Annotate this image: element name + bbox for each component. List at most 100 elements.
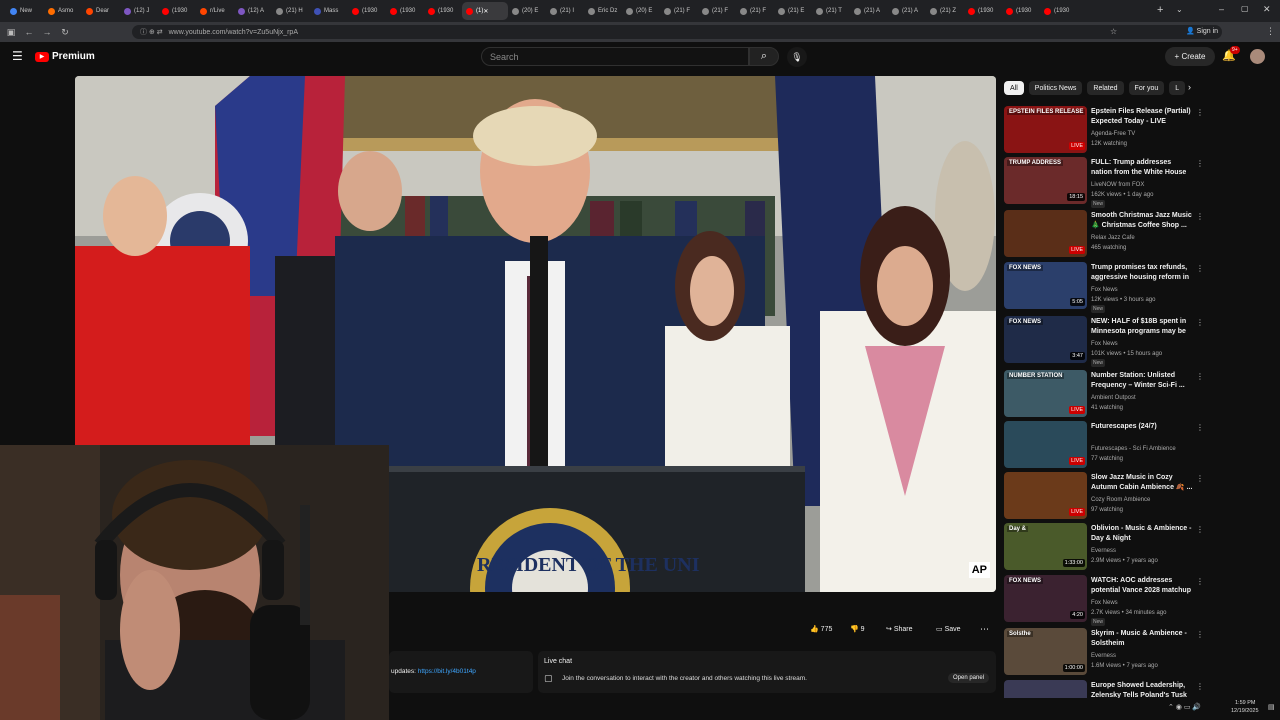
channel-name[interactable]: Everness: [1091, 651, 1193, 661]
new-tab-button[interactable]: +: [1157, 4, 1163, 16]
browser-tab[interactable]: (1930: [1040, 2, 1078, 20]
browser-tab[interactable]: (12) A: [234, 2, 272, 20]
bookmark-star-icon[interactable]: ☆: [1110, 27, 1117, 36]
back-icon[interactable]: ←: [22, 25, 36, 39]
youtube-logo[interactable]: ▶ Premium: [35, 51, 95, 62]
video-title[interactable]: Smooth Christmas Jazz Music 🎄 Christmas …: [1091, 211, 1193, 231]
search-input[interactable]: Search: [481, 47, 749, 66]
browser-tab[interactable]: Asmo: [44, 2, 82, 20]
browser-tab[interactable]: (20) E: [508, 2, 546, 20]
recommended-video[interactable]: Solsthe 1:00:00 Skyrim - Music & Ambience …: [1004, 628, 1204, 676]
video-menu-icon[interactable]: ⋮: [1196, 212, 1204, 221]
filter-chip[interactable]: Politics News: [1028, 81, 1083, 95]
forward-icon[interactable]: →: [40, 25, 54, 39]
browser-tab[interactable]: r/Live: [196, 2, 234, 20]
browser-tab[interactable]: (21) Z: [926, 2, 964, 20]
video-thumbnail[interactable]: Day & 1:33:00: [1004, 523, 1087, 570]
browser-tab[interactable]: (1930: [348, 2, 386, 20]
tray-icons[interactable]: ⌃ ◉ ▭ 🔊: [1168, 703, 1201, 711]
description-link[interactable]: https://bit.ly/4b01t4p: [418, 668, 476, 675]
browser-tab[interactable]: (21) A: [850, 2, 888, 20]
browser-tab[interactable]: (1930: [424, 2, 462, 20]
recommended-video[interactable]: Europe Showed Leadership, Zelensky Tells…: [1004, 680, 1204, 698]
browser-tab[interactable]: (21) I: [546, 2, 584, 20]
filter-chip[interactable]: For you: [1128, 81, 1165, 95]
browser-tab[interactable]: New: [6, 2, 44, 20]
recommended-video[interactable]: LIVE Slow Jazz Music in Cozy Autumn Cabin…: [1004, 472, 1204, 520]
recommended-video[interactable]: LIVE Smooth Christmas Jazz Music 🎄 Christ…: [1004, 210, 1204, 258]
signin-button[interactable]: 👤 Sign in: [1186, 27, 1218, 35]
browser-tab[interactable]: (12) J: [120, 2, 158, 20]
chips-next-icon[interactable]: ›: [1188, 82, 1191, 92]
video-title[interactable]: NEW: HALF of $18B spent in Minnesota pro…: [1091, 317, 1193, 337]
avatar[interactable]: [1250, 49, 1265, 64]
channel-name[interactable]: Cozy Room Ambience: [1091, 495, 1193, 505]
filter-chip[interactable]: All: [1004, 81, 1024, 95]
browser-tab[interactable]: (1930: [386, 2, 424, 20]
channel-name[interactable]: Ambient Outpost: [1091, 393, 1193, 403]
minimize-button[interactable]: –: [1219, 4, 1224, 14]
video-menu-icon[interactable]: ⋮: [1196, 318, 1204, 327]
filter-chip[interactable]: Related: [1087, 81, 1124, 95]
browser-tab[interactable]: Mass: [310, 2, 348, 20]
recommended-video[interactable]: EPSTEIN FILES RELEASE LIVE Epstein Files R…: [1004, 106, 1204, 154]
menu-dots-icon[interactable]: ⋮: [1266, 26, 1275, 37]
browser-tab[interactable]: Dear: [82, 2, 120, 20]
video-thumbnail[interactable]: [1004, 680, 1087, 698]
channel-name[interactable]: Fox News: [1091, 339, 1193, 349]
video-title[interactable]: FULL: Trump addresses nation from the Wh…: [1091, 158, 1193, 178]
filter-chip[interactable]: L: [1169, 81, 1186, 95]
like-button[interactable]: 👍 775: [810, 621, 832, 637]
video-menu-icon[interactable]: ⋮: [1196, 577, 1204, 586]
maximize-button[interactable]: ▢: [1241, 4, 1249, 13]
browser-tab[interactable]: Eric Dz: [584, 2, 622, 20]
channel-name[interactable]: Relax Jazz Cafe: [1091, 233, 1193, 243]
microphone-icon[interactable]: 🎙: [787, 47, 807, 67]
video-menu-icon[interactable]: ⋮: [1196, 108, 1204, 117]
notification-center-icon[interactable]: ▤: [1268, 703, 1275, 711]
browser-tab[interactable]: (1930: [158, 2, 196, 20]
create-button[interactable]: + Create: [1165, 47, 1215, 66]
video-thumbnail[interactable]: Solsthe 1:00:00: [1004, 628, 1087, 675]
video-menu-icon[interactable]: ⋮: [1196, 525, 1204, 534]
video-title[interactable]: Epstein Files Release (Partial) Expected…: [1091, 107, 1193, 127]
video-menu-icon[interactable]: ⋮: [1196, 159, 1204, 168]
share-button[interactable]: ↪ Share: [886, 621, 913, 637]
browser-tab[interactable]: (21) E: [774, 2, 812, 20]
video-title[interactable]: Europe Showed Leadership, Zelensky Tells…: [1091, 681, 1193, 698]
video-title[interactable]: Slow Jazz Music in Cozy Autumn Cabin Amb…: [1091, 473, 1193, 493]
recommended-video[interactable]: LIVE Futurescapes (24/7) Futurescapes - Sc…: [1004, 421, 1204, 469]
channel-name[interactable]: LiveNOW from FOX: [1091, 180, 1193, 190]
channel-name[interactable]: Everness: [1091, 546, 1193, 556]
browser-tab[interactable]: (21) F: [698, 2, 736, 20]
video-title[interactable]: Skyrim - Music & Ambience - Solstheim: [1091, 629, 1193, 649]
search-icon[interactable]: ⌕: [749, 47, 779, 66]
browser-tab[interactable]: (21) H: [272, 2, 310, 20]
video-thumbnail[interactable]: LIVE: [1004, 210, 1087, 257]
close-window-button[interactable]: ✕: [1263, 4, 1271, 15]
open-panel-button[interactable]: Open panel: [948, 673, 990, 683]
video-title[interactable]: Futurescapes (24/7): [1091, 422, 1193, 432]
browser-tab[interactable]: (20) E: [622, 2, 660, 20]
sidebar-toggle-icon[interactable]: ▣: [4, 25, 18, 39]
tab-search-icon[interactable]: ⌄: [1176, 5, 1183, 14]
recommended-video[interactable]: FOX NEWS 5:05 Trump promises tax refunds, …: [1004, 262, 1204, 313]
video-thumbnail[interactable]: TRUMP ADDRESS 18:15: [1004, 157, 1087, 204]
video-thumbnail[interactable]: FOX NEWS 5:05: [1004, 262, 1087, 309]
video-menu-icon[interactable]: ⋮: [1196, 264, 1204, 273]
video-menu-icon[interactable]: ⋮: [1196, 372, 1204, 381]
reload-icon[interactable]: ↻: [58, 25, 72, 39]
browser-tab[interactable]: (1930: [964, 2, 1002, 20]
video-thumbnail[interactable]: LIVE: [1004, 421, 1087, 468]
browser-tab[interactable]: (21) F: [660, 2, 698, 20]
video-thumbnail[interactable]: NUMBER STATION LIVE: [1004, 370, 1087, 417]
video-thumbnail[interactable]: FOX NEWS 3:47: [1004, 316, 1087, 363]
address-bar[interactable]: ⓘ ⊕ ⇄ www.youtube.com/watch?v=Zu5uNjx_rp…: [132, 25, 1222, 39]
video-menu-icon[interactable]: ⋮: [1196, 423, 1204, 432]
browser-tab[interactable]: (21) A: [888, 2, 926, 20]
channel-name[interactable]: Futurescapes - Sci Fi Ambience: [1091, 444, 1193, 454]
video-title[interactable]: WATCH: AOC addresses potential Vance 202…: [1091, 576, 1193, 596]
video-thumbnail[interactable]: EPSTEIN FILES RELEASE LIVE: [1004, 106, 1087, 153]
hamburger-menu-icon[interactable]: ☰: [12, 49, 23, 63]
recommended-video[interactable]: FOX NEWS 3:47 NEW: HALF of $18B spent in M…: [1004, 316, 1204, 367]
